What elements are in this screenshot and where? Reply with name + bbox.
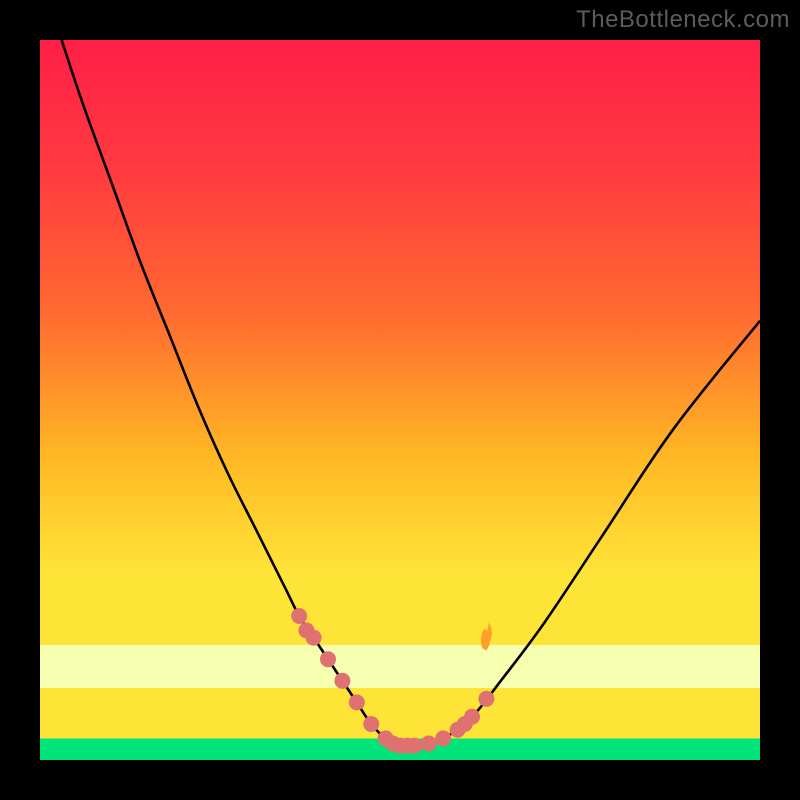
watermark-text: TheBottleneck.com: [576, 6, 790, 34]
chart-canvas: [40, 40, 760, 760]
curve-marker: [435, 730, 451, 746]
chart-frame: TheBottleneck.com: [0, 0, 800, 800]
curve-marker: [320, 651, 336, 667]
curve-marker: [406, 738, 422, 754]
curve-marker: [478, 691, 494, 707]
curve-marker: [363, 716, 379, 732]
curve-marker: [306, 630, 322, 646]
curve-marker: [349, 694, 365, 710]
gradient-background: [40, 40, 760, 760]
curve-marker: [291, 608, 307, 624]
curve-marker: [421, 735, 437, 751]
curve-marker: [464, 709, 480, 725]
curve-marker: [334, 673, 350, 689]
